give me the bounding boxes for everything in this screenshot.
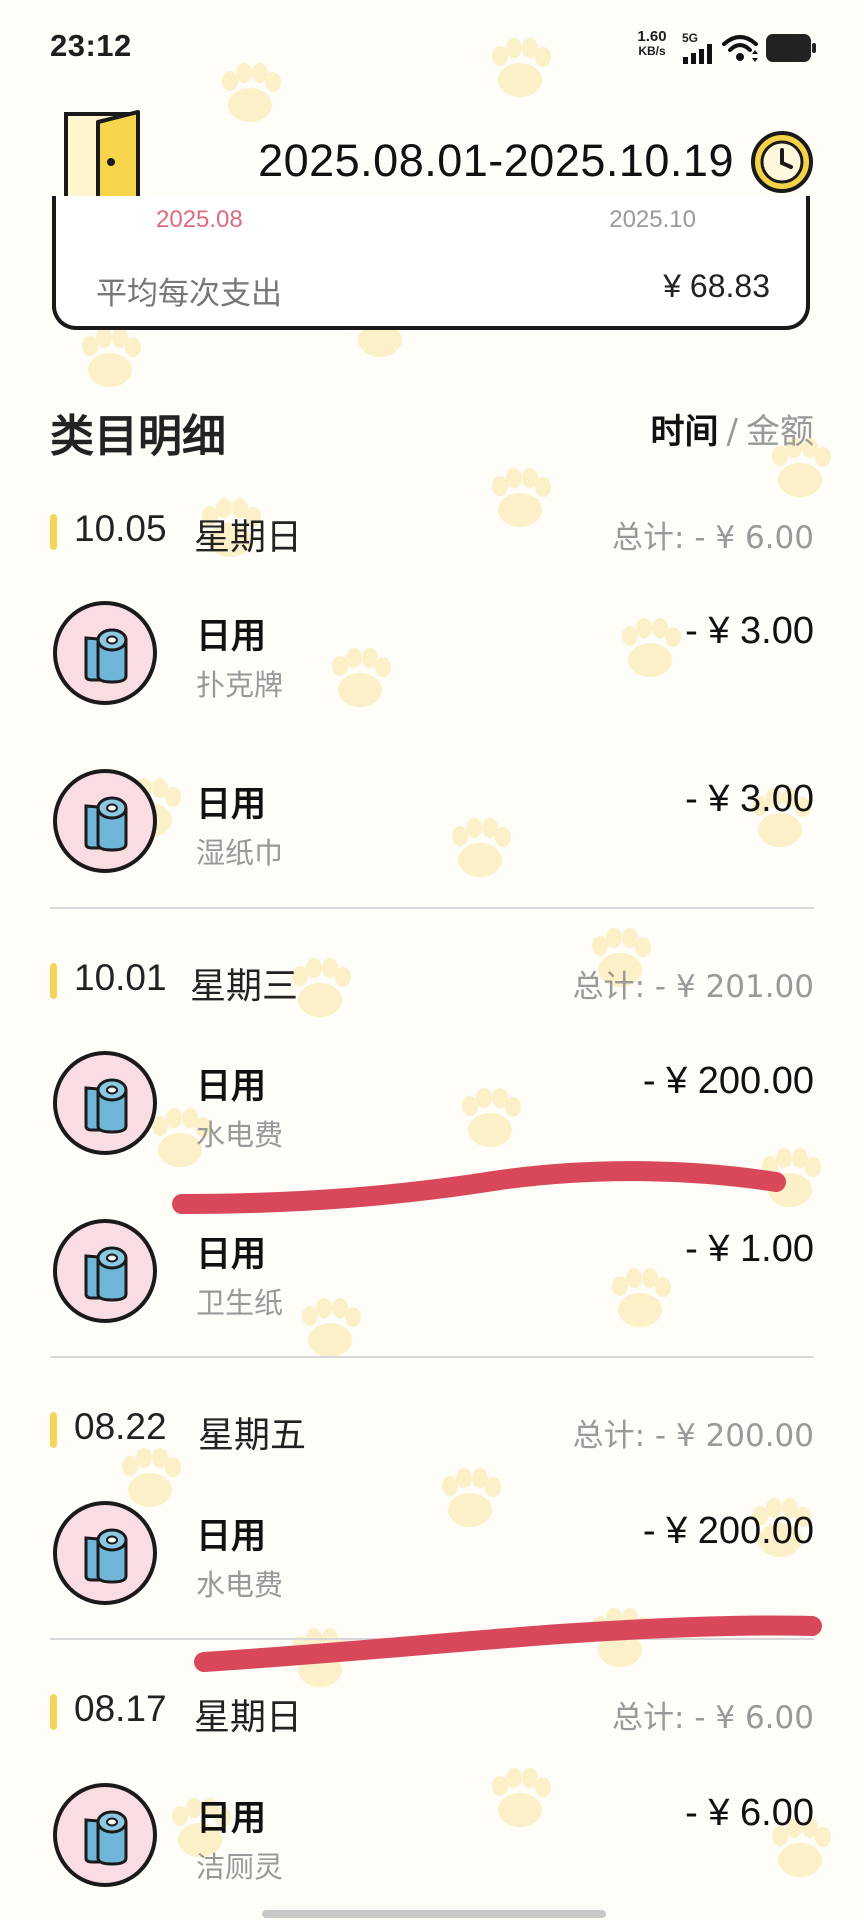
day-total: 总计: - ¥ 6.00 <box>612 1700 814 1736</box>
clock-icon[interactable] <box>750 130 814 194</box>
day-date: 08.22 <box>74 1406 167 1447</box>
toilet-paper-icon <box>53 1219 157 1323</box>
day-marker <box>50 963 57 999</box>
toilet-paper-icon <box>53 1051 157 1155</box>
transaction-amount: - ¥ 3.00 <box>685 778 814 820</box>
day-header: 10.01 星期三 总计: - ¥ 201.00 <box>0 957 864 1007</box>
toilet-paper-icon <box>53 769 157 873</box>
battery-icon <box>766 34 816 62</box>
sort-by-amount-button[interactable]: 金额 <box>746 412 814 452</box>
network-speed-value: 1.60 <box>637 28 667 45</box>
transaction-note: 水电费 <box>196 1118 284 1152</box>
group-divider <box>50 1356 814 1358</box>
transaction-category: 日用 <box>196 785 267 825</box>
transaction-note: 水电费 <box>196 1568 284 1602</box>
day-weekday: 星期日 <box>194 517 303 558</box>
transaction-amount: - ¥ 200.00 <box>642 1060 814 1102</box>
day-date: 08.17 <box>74 1688 167 1729</box>
home-indicator[interactable] <box>262 1910 606 1918</box>
range-end-month: 2025.10 <box>609 206 696 233</box>
wifi-icon <box>722 35 758 62</box>
average-spend-value: ¥ 68.83 <box>663 268 770 304</box>
transaction-category: 日用 <box>196 1799 267 1839</box>
group-divider <box>50 907 814 909</box>
transaction-amount: - ¥ 6.00 <box>685 1792 814 1834</box>
day-weekday: 星期三 <box>190 966 299 1007</box>
transaction-row[interactable]: 日用 扑克牌 - ¥ 3.00 <box>0 600 864 730</box>
transaction-row[interactable]: 日用 水电费 - ¥ 200.00 <box>0 1050 864 1180</box>
transaction-row[interactable]: 日用 湿纸巾 - ¥ 3.00 <box>0 768 864 898</box>
transaction-note: 洁厕灵 <box>196 1850 284 1884</box>
transaction-category: 日用 <box>196 617 267 657</box>
transaction-note: 湿纸巾 <box>196 836 284 870</box>
transaction-category: 日用 <box>196 1517 267 1557</box>
network-speed-unit: KB/s <box>638 44 666 58</box>
app-screen: 23:12 1.60 KB/s 5G 2025.08.01-2025.10.19… <box>0 0 864 1920</box>
transaction-row[interactable]: 日用 卫生纸 - ¥ 1.00 <box>0 1218 864 1348</box>
day-header: 10.05 星期日 总计: - ¥ 6.00 <box>0 508 864 558</box>
transaction-note: 扑克牌 <box>196 668 284 702</box>
day-marker <box>50 514 57 550</box>
summary-card: 2025.08 2025.10 平均每次支出 ¥ 68.83 <box>52 196 810 330</box>
group-divider <box>50 1638 814 1640</box>
day-header: 08.17 星期日 总计: - ¥ 6.00 <box>0 1688 864 1738</box>
transaction-category: 日用 <box>196 1067 267 1107</box>
transaction-row[interactable]: 日用 洁厕灵 - ¥ 6.00 <box>0 1782 864 1912</box>
sort-separator: / <box>726 412 738 452</box>
toilet-paper-icon <box>53 1783 157 1887</box>
day-marker <box>50 1694 57 1730</box>
transaction-row[interactable]: 日用 水电费 - ¥ 200.00 <box>0 1500 864 1630</box>
toilet-paper-icon <box>53 1501 157 1605</box>
day-total: 总计: - ¥ 201.00 <box>572 969 814 1005</box>
network-type-label: 5G <box>682 31 699 45</box>
day-header: 08.22 星期五 总计: - ¥ 200.00 <box>0 1406 864 1456</box>
day-date: 10.05 <box>74 508 167 549</box>
day-date: 10.01 <box>74 957 167 998</box>
transaction-note: 卫生纸 <box>196 1286 284 1320</box>
date-range-label[interactable]: 2025.08.01-2025.10.19 <box>258 135 734 187</box>
day-marker <box>50 1412 57 1448</box>
status-time: 23:12 <box>50 28 132 63</box>
transaction-category: 日用 <box>196 1235 267 1275</box>
signal-icon <box>683 44 712 64</box>
day-weekday: 星期日 <box>194 1697 303 1738</box>
network-speed: 1.60 KB/s <box>630 28 674 58</box>
transaction-amount: - ¥ 200.00 <box>642 1510 814 1552</box>
day-weekday: 星期五 <box>198 1415 307 1456</box>
range-start-month: 2025.08 <box>156 206 243 233</box>
section-title: 类目明细 <box>50 411 226 462</box>
toilet-paper-icon <box>53 601 157 705</box>
transaction-amount: - ¥ 1.00 <box>685 1228 814 1270</box>
sort-toggle: 时间 / 金额 <box>651 404 814 453</box>
status-bar: 23:12 1.60 KB/s 5G <box>0 0 864 96</box>
sort-by-time-button[interactable]: 时间 <box>651 412 719 452</box>
day-total: 总计: - ¥ 6.00 <box>612 520 814 556</box>
average-spend-label: 平均每次支出 <box>96 276 282 312</box>
transaction-amount: - ¥ 3.00 <box>685 610 814 652</box>
day-total: 总计: - ¥ 200.00 <box>572 1418 814 1454</box>
